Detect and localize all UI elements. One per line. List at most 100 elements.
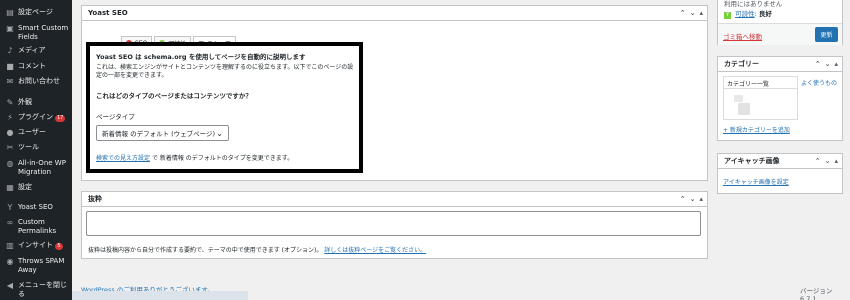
sidebar-item-yoast-seo[interactable]: Y Yoast SEO (0, 203, 72, 212)
categories-panel-header: カテゴリー ⌃ ⌄ ▴ (718, 57, 842, 72)
sidebar-item-label: Smart Custom Fields (18, 24, 69, 41)
appearance-icon: ✎ (6, 98, 14, 107)
publish-panel: 利用にはありません Y 可読性: 良好 ゴミ箱へ移動 更新 (717, 0, 843, 45)
page-type-label: ページタイプ (96, 113, 135, 121)
featured-image-panel: アイキャッチ画像 ⌃ ⌄ ▴ アイキャッチ画像を設定 (717, 153, 843, 194)
collapse-menu-icon: ◀ (6, 281, 14, 290)
settings-icon: ▦ (6, 183, 14, 192)
sidebar-item-users[interactable]: ● ユーザー (0, 128, 72, 137)
chevron-up-icon[interactable]: ⌃ (815, 60, 821, 68)
collapse-toggle-icon[interactable]: ▴ (699, 195, 703, 203)
featured-image-panel-header: アイキャッチ画像 ⌃ ⌄ ▴ (718, 154, 842, 169)
insights-icon: ▥ (6, 241, 14, 250)
sidebar-item-label: ツール (18, 143, 39, 151)
excerpt-textarea[interactable] (86, 211, 701, 236)
custom-fields-icon: ▣ (6, 24, 14, 33)
chevron-down-icon[interactable]: ⌄ (825, 157, 831, 165)
sidebar-item-smart-custom-fields[interactable]: ▣ Smart Custom Fields (0, 24, 72, 41)
yoast-icon: Y (7, 203, 13, 212)
search-appearance-link[interactable]: 検索での見え方設定 (96, 155, 150, 162)
sidebar-item-label: All-in-One WP Migration (18, 159, 66, 176)
tools-icon: ✂ (6, 143, 14, 152)
media-icon: ♪ (7, 46, 13, 55)
schema-question: これはどのタイプのページまたはコンテンツですか？ (96, 92, 252, 100)
collapse-toggle-icon[interactable]: ▴ (834, 157, 838, 165)
category-list (723, 88, 798, 120)
sidebar-item-comments[interactable]: ■ コメント (0, 62, 72, 71)
update-button[interactable]: 更新 (815, 27, 838, 42)
panel-title: カテゴリー (724, 60, 759, 68)
sidebar-item-appearance[interactable]: ✎ 外観 (0, 98, 72, 107)
sidebar-item-insights[interactable]: ▥ インサイト 5 (0, 241, 72, 250)
schema-highlight-box: Yoast SEO は schema.org を使用してページを自動的に説明しま… (86, 42, 363, 173)
horizontal-scrollbar[interactable] (72, 291, 248, 300)
sidebar-item-label: お問い合わせ (18, 77, 60, 85)
set-featured-image-link[interactable]: アイキャッチ画像を設定 (723, 177, 789, 186)
selected-value: 新着情報 のデフォルト (ウェブページ) (102, 130, 216, 138)
sidebar-item-label: メニューを閉じる (18, 281, 67, 298)
readability-status: Y 可読性: 良好 (724, 10, 772, 19)
sidebar-item-contact[interactable]: ✉ お問い合わせ (0, 77, 72, 86)
sidebar-item-tools[interactable]: ✂ ツール (0, 143, 72, 152)
excerpt-help-link[interactable]: 詳しくは抜粋ページをご覧ください。 (324, 247, 426, 254)
admin-sidebar: ▤ 設定ページ ▣ Smart Custom Fields ♪ メディア ■ コ… (0, 0, 72, 300)
sidebar-item-label: Throws SPAM Away (18, 257, 65, 274)
publish-partial-text: 利用にはありません (724, 0, 783, 8)
sidebar-item-custom-permalinks[interactable]: ∞ Custom Permalinks (0, 218, 72, 235)
collapse-toggle-icon[interactable]: ▴ (834, 60, 838, 68)
sidebar-item-label: 設定 (18, 183, 32, 191)
spam-icon: ◉ (6, 257, 14, 266)
yoast-check-icon: Y (724, 12, 731, 19)
sidebar-item-label: Yoast SEO (18, 203, 53, 211)
sidebar-item-label: コメント (18, 62, 46, 70)
sidebar-item-settings-page[interactable]: ▤ 設定ページ (0, 8, 72, 17)
sidebar-item-label: プラグイン (18, 113, 53, 121)
sidebar-item-throws-spam-away[interactable]: ◉ Throws SPAM Away (0, 257, 72, 274)
collapse-toggle-icon[interactable]: ▴ (699, 9, 703, 17)
sidebar-item-label: メディア (18, 46, 46, 54)
sidebar-item-label: 設定ページ (18, 8, 53, 16)
users-icon: ● (6, 128, 14, 137)
chevron-up-icon[interactable]: ⌃ (680, 9, 686, 17)
readability-value: 良好 (758, 10, 772, 18)
contact-icon: ✉ (6, 77, 14, 86)
plugins-icon: ⚡ (7, 113, 13, 122)
chevron-down-icon[interactable]: ⌄ (825, 60, 831, 68)
schema-heading: Yoast SEO は schema.org を使用してページを自動的に説明しま… (96, 53, 306, 61)
page-type-select[interactable]: 新着情報 のデフォルト (ウェブページ) ⌄ (96, 125, 229, 141)
comments-icon: ■ (6, 62, 14, 71)
migration-icon: ◍ (6, 159, 14, 168)
chevron-down-icon: ⌄ (216, 128, 223, 138)
sidebar-item-settings[interactable]: ▦ 設定 (0, 183, 72, 192)
panel-title: 抜粋 (88, 195, 102, 203)
tab-category-all[interactable]: カテゴリー一覧 (723, 76, 798, 88)
chevron-up-icon[interactable]: ⌃ (680, 195, 686, 203)
insights-count-badge: 5 (55, 243, 63, 250)
sidebar-item-label: Custom Permalinks (18, 218, 57, 235)
sidebar-item-media[interactable]: ♪ メディア (0, 46, 72, 55)
collapse-menu-button[interactable]: ◀ メニューを閉じる (0, 281, 72, 298)
schema-description-line-2: 定の一部を変更できます。 (96, 72, 168, 79)
sidebar-item-plugins[interactable]: ⚡ プラグイン 17 (0, 113, 72, 122)
chevron-down-icon[interactable]: ⌄ (690, 195, 696, 203)
chevron-up-icon[interactable]: ⌃ (815, 157, 821, 165)
permalinks-icon: ∞ (6, 218, 14, 227)
trash-link[interactable]: ゴミ箱へ移動 (723, 31, 762, 41)
add-category-link[interactable]: + 新規カテゴリーを追加 (723, 125, 790, 134)
panel-title: Yoast SEO (88, 9, 128, 17)
sidebar-item-label: 外観 (18, 98, 32, 106)
panel-title: アイキャッチ画像 (724, 157, 780, 165)
sidebar-item-label: ユーザー (18, 128, 46, 136)
footer-version: バージョン 6.7.1 (800, 287, 833, 300)
update-count-badge: 17 (55, 115, 66, 122)
tab-category-popular[interactable]: よく使うもの (801, 78, 837, 87)
excerpt-panel: 抜粋 ⌃ ⌄ ▴ 抜粋は投稿内容から自分で作成する要約で、テーマの中で使用できま… (81, 191, 708, 259)
chevron-down-icon[interactable]: ⌄ (690, 9, 696, 17)
excerpt-help: 抜粋は投稿内容から自分で作成する要約で、テーマの中で使用できます (オプション)… (88, 245, 426, 254)
readability-label[interactable]: 可読性 (735, 10, 755, 18)
publish-actions: ゴミ箱へ移動 更新 (718, 23, 842, 45)
redacted-label (738, 103, 750, 115)
excerpt-panel-header: 抜粋 ⌃ ⌄ ▴ (82, 192, 707, 207)
excerpt-help-text: 抜粋は投稿内容から自分で作成する要約で、テーマの中で使用できます (オプション)… (88, 247, 323, 254)
sidebar-item-all-in-one-wp-migration[interactable]: ◍ All-in-One WP Migration (0, 159, 72, 176)
